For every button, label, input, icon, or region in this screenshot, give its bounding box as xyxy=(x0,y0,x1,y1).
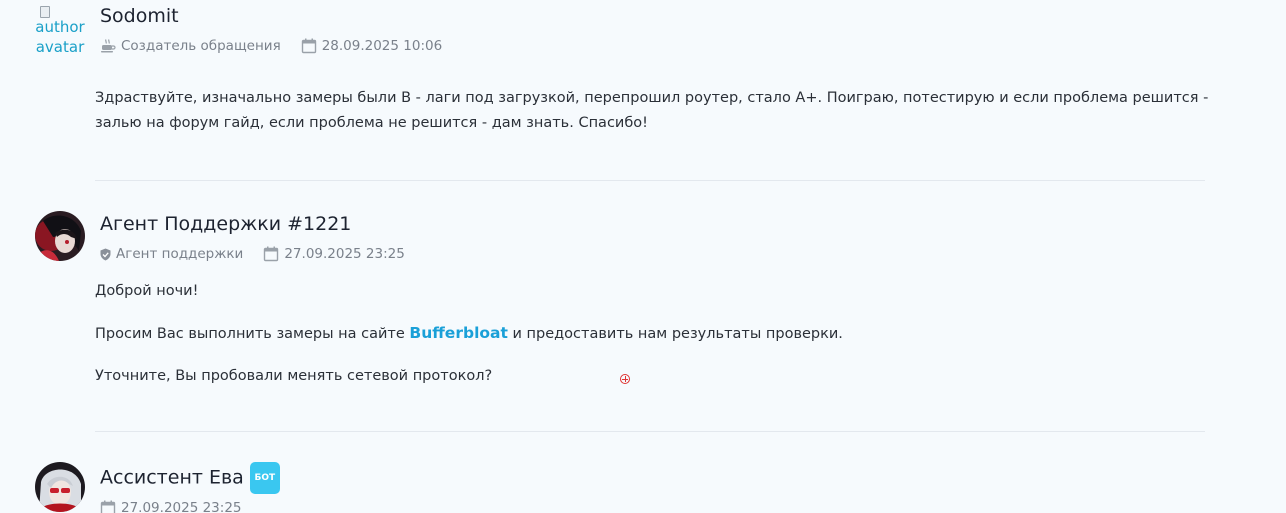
calendar-icon xyxy=(301,38,316,54)
agent-avatar xyxy=(35,211,85,261)
message-meta: Агент поддержки 27.09.2025 23:25 xyxy=(100,245,405,263)
message-meta: Создатель обращения 28.09.2025 10:06 xyxy=(100,37,442,55)
message-paragraph: Уточните, Вы пробовали менять сетевой пр… xyxy=(95,368,493,384)
author-name[interactable]: Агент Поддержки #1221 xyxy=(100,213,351,235)
message-datetime: 27.09.2025 23:25 xyxy=(263,246,405,262)
message-datetime: 28.09.2025 10:06 xyxy=(301,38,442,54)
message-meta: 27.09.2025 23:25 xyxy=(100,499,242,513)
calendar-icon xyxy=(264,246,279,262)
message-paragraph: Просим Вас выполнить замеры на сайте Buf… xyxy=(95,324,843,342)
message-body: Здраствуйте, изначально замеры были B - … xyxy=(95,86,1210,136)
message-divider xyxy=(95,431,1205,432)
author-avatar: author avatar xyxy=(35,5,85,71)
bot-badge: БОТ xyxy=(249,462,280,494)
author-name[interactable]: Ассистент Ева БОТ xyxy=(100,462,280,494)
bufferbloat-link[interactable]: Bufferbloat xyxy=(409,324,508,342)
ticket-thread: author avatar Sodomit Создатель обращени… xyxy=(0,0,1286,513)
message-body: Доброй ночи! Просим Вас выполнить замеры… xyxy=(95,279,1210,389)
bot-avatar xyxy=(35,462,85,512)
message-datetime: 27.09.2025 23:25 xyxy=(100,500,242,513)
author-name[interactable]: Sodomit xyxy=(100,5,179,27)
message-paragraph: Доброй ночи! xyxy=(95,283,199,299)
message-paragraph: Здраствуйте, изначально замеры были B - … xyxy=(95,90,1209,131)
author-role: Создатель обращения xyxy=(100,38,281,54)
avatar-alt-text: author avatar xyxy=(35,18,85,56)
calendar-icon xyxy=(100,500,116,513)
author-role: Агент поддержки xyxy=(100,246,243,262)
shield-check-icon xyxy=(100,248,111,260)
coffee-cup-icon xyxy=(101,39,116,53)
message-divider xyxy=(95,180,1205,181)
cursor-marker xyxy=(620,374,630,384)
